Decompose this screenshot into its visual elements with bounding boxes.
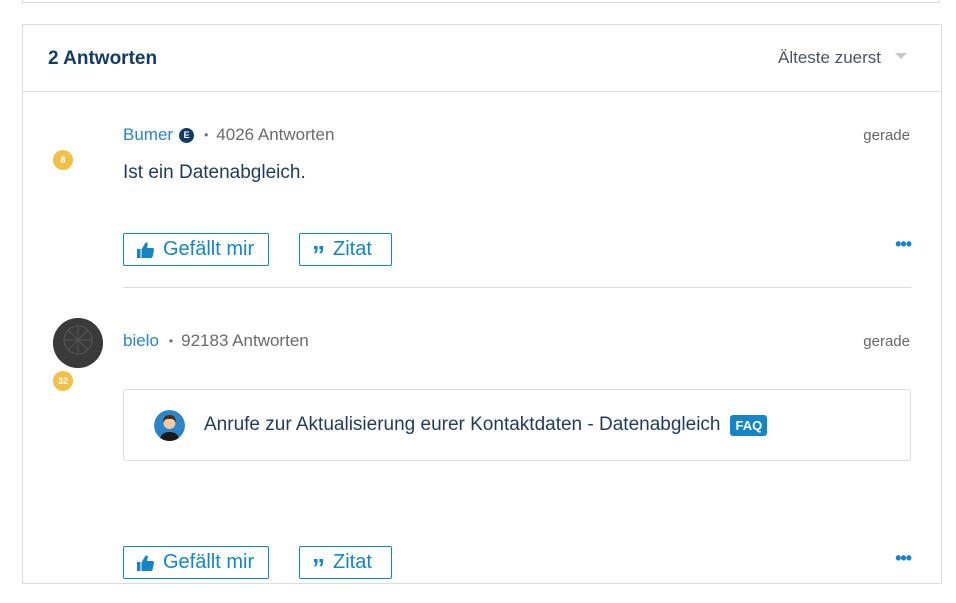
replies-section: 2 Antworten Älteste zuerst 8 Bumer E • 4… (22, 24, 942, 584)
quote-icon: ” (312, 239, 325, 270)
linked-article-card[interactable]: Anrufe zur Aktualisierung eurer Kontaktd… (123, 389, 911, 461)
quote-button[interactable]: ” Zitat (299, 546, 392, 583)
reply-post: 32 bielo • 92183 Antworten gerade Anrufe… (23, 313, 941, 603)
more-dots-icon[interactable]: ••• (895, 234, 912, 255)
previous-post-card (22, 0, 940, 3)
post-timestamp: gerade (863, 127, 910, 144)
avatar[interactable] (53, 318, 103, 368)
faq-badge: FAQ (730, 414, 768, 436)
like-button[interactable]: Gefällt mir (123, 233, 269, 266)
author-name-link[interactable]: bielo (123, 331, 159, 351)
post-timestamp: gerade (863, 333, 910, 350)
quote-icon: ” (312, 552, 325, 583)
article-author-avatar (154, 409, 185, 441)
separator-dot: • (168, 334, 174, 348)
rank-badge: 8 (53, 150, 73, 170)
caret-down-icon (895, 53, 907, 59)
author-line: Bumer E • 4026 Antworten (123, 125, 334, 145)
post-body: Ist ein Datenabgleich. (123, 162, 306, 183)
replies-header: 2 Antworten Älteste zuerst (23, 25, 941, 92)
author-line: bielo • 92183 Antworten (123, 331, 309, 351)
separator-dot: • (204, 128, 209, 142)
quote-label: Zitat (333, 238, 372, 260)
author-name-link[interactable]: Bumer (123, 125, 173, 145)
sort-order-dropdown[interactable]: Älteste zuerst (778, 48, 907, 68)
like-button[interactable]: Gefällt mir (123, 546, 269, 579)
sort-order-label: Älteste zuerst (778, 48, 881, 67)
more-dots-icon[interactable]: ••• (895, 548, 912, 569)
author-reply-count: 92183 Antworten (181, 331, 309, 350)
rank-badge: 32 (53, 371, 73, 391)
post-divider (123, 287, 911, 288)
reply-post: 8 Bumer E • 4026 Antworten gerade Ist ei… (23, 117, 941, 312)
expert-badge: E (179, 127, 195, 143)
thumbs-up-icon (136, 241, 155, 259)
like-label: Gefällt mir (163, 238, 255, 260)
linked-article-title: Anrufe zur Aktualisierung eurer Kontaktd… (204, 414, 721, 435)
author-reply-count: 4026 Antworten (216, 125, 335, 144)
quote-button[interactable]: ” Zitat (299, 233, 392, 270)
thumbs-up-icon (136, 554, 155, 572)
reply-count-heading: 2 Antworten (48, 48, 158, 69)
